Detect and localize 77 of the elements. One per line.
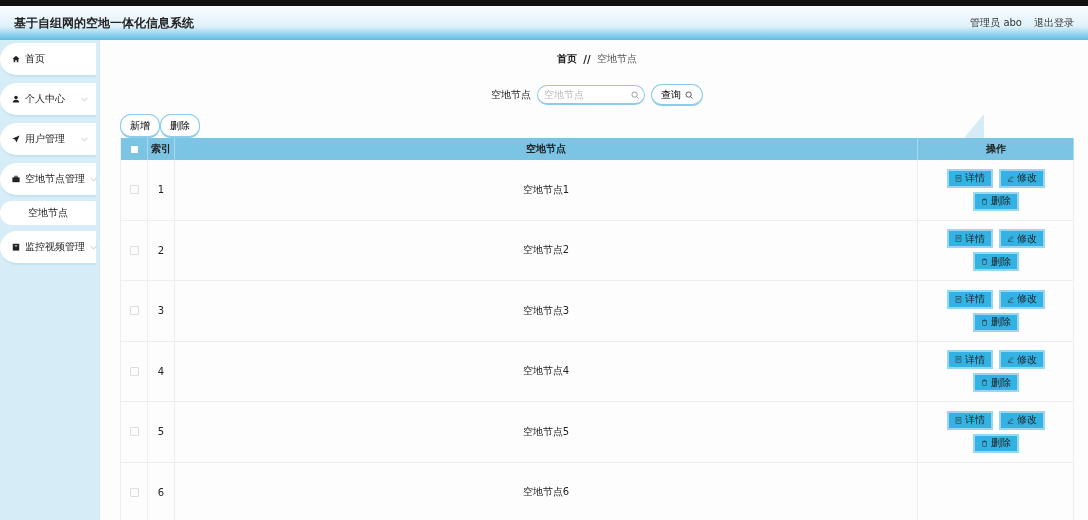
- pencil-icon: [1006, 174, 1014, 182]
- table-cell: 空地节点3: [522, 303, 570, 318]
- trash-icon: [980, 439, 988, 447]
- row-checkbox[interactable]: [129, 185, 139, 195]
- trash-icon: [980, 379, 988, 387]
- search-button[interactable]: 查询: [651, 84, 703, 106]
- breadcrumb-current: 空地节点: [596, 52, 637, 66]
- document-icon: [954, 416, 962, 424]
- sidebar-item[interactable]: 用户管理: [0, 123, 96, 157]
- triangle-decoration-icon: [964, 114, 984, 138]
- row-checkbox[interactable]: [129, 245, 139, 255]
- row-checkbox[interactable]: [129, 487, 139, 497]
- detail-button[interactable]: 详情: [946, 229, 993, 249]
- app-title: 基于自组网的空地一体化信息系统: [14, 14, 194, 32]
- toolbar-button[interactable]: 新增: [120, 114, 160, 138]
- table-cell: 空地节点6: [522, 485, 570, 500]
- paper-plane-icon: [12, 135, 20, 143]
- user-icon: [12, 95, 20, 103]
- search-icon: [631, 91, 639, 99]
- document-icon: [954, 295, 962, 303]
- detail-button[interactable]: 详情: [946, 168, 993, 188]
- pencil-icon: [1006, 356, 1014, 364]
- column-header: 空地节点: [175, 138, 918, 160]
- home-icon: [12, 55, 20, 63]
- document-icon: [954, 356, 962, 364]
- edit-button[interactable]: 修改: [998, 289, 1045, 309]
- row-checkbox[interactable]: [129, 306, 139, 316]
- detail-button[interactable]: 详情: [946, 410, 993, 430]
- detail-button[interactable]: 详情: [946, 289, 993, 309]
- table-cell: 6: [157, 486, 165, 498]
- table-cell: 空地节点5: [522, 424, 570, 439]
- table-cell: 1: [157, 184, 165, 196]
- column-header: 索引: [148, 138, 175, 160]
- box-icon: [12, 243, 20, 251]
- table-cell: 空地节点4: [522, 364, 570, 379]
- pencil-icon: [1006, 295, 1014, 303]
- sidebar-item[interactable]: 首页: [0, 43, 96, 77]
- logout-link[interactable]: 退出登录: [1034, 16, 1074, 30]
- delete-button[interactable]: 删除: [972, 191, 1019, 211]
- pencil-icon: [1006, 235, 1014, 243]
- delete-button[interactable]: 删除: [972, 433, 1019, 453]
- edit-button[interactable]: 修改: [998, 350, 1045, 370]
- delete-button[interactable]: 删除: [972, 373, 1019, 393]
- pencil-icon: [1006, 416, 1014, 424]
- table-cell: 3: [157, 305, 165, 317]
- document-icon: [954, 235, 962, 243]
- trash-icon: [980, 318, 988, 326]
- breadcrumb-home[interactable]: 首页: [557, 52, 578, 66]
- sidebar-item[interactable]: 空地节点管理: [0, 163, 96, 197]
- table-cell: 4: [157, 365, 165, 377]
- delete-button[interactable]: 删除: [972, 312, 1019, 332]
- trash-icon: [980, 258, 988, 266]
- edit-button[interactable]: 修改: [998, 168, 1045, 188]
- table-cell: 空地节点2: [522, 243, 570, 258]
- user-name: 管理员 abo: [970, 16, 1022, 30]
- table-cell: 2: [157, 244, 165, 256]
- sidebar-item[interactable]: 监控视频管理: [0, 231, 96, 265]
- row-checkbox[interactable]: [129, 427, 139, 437]
- edit-button[interactable]: 修改: [998, 410, 1045, 430]
- edit-button[interactable]: 修改: [998, 229, 1045, 249]
- trash-icon: [980, 197, 988, 205]
- document-icon: [954, 174, 962, 182]
- search-label: 空地节点: [491, 88, 531, 102]
- search-field[interactable]: 空地节点: [537, 85, 645, 105]
- table-cell: 5: [157, 426, 165, 438]
- search-icon: [685, 90, 693, 99]
- delete-button[interactable]: 删除: [972, 252, 1019, 272]
- table-cell: 空地节点1: [522, 182, 570, 197]
- detail-button[interactable]: 详情: [946, 350, 993, 370]
- briefcase-icon: [12, 175, 20, 183]
- select-all-checkbox[interactable]: [130, 145, 138, 153]
- breadcrumb-separator: //: [583, 53, 591, 65]
- column-header: 操作: [918, 138, 1074, 160]
- toolbar-button[interactable]: 删除: [160, 114, 200, 138]
- row-checkbox[interactable]: [129, 366, 139, 376]
- sidebar-subitem[interactable]: 空地节点: [0, 201, 96, 225]
- sidebar-item[interactable]: 个人中心: [0, 83, 96, 117]
